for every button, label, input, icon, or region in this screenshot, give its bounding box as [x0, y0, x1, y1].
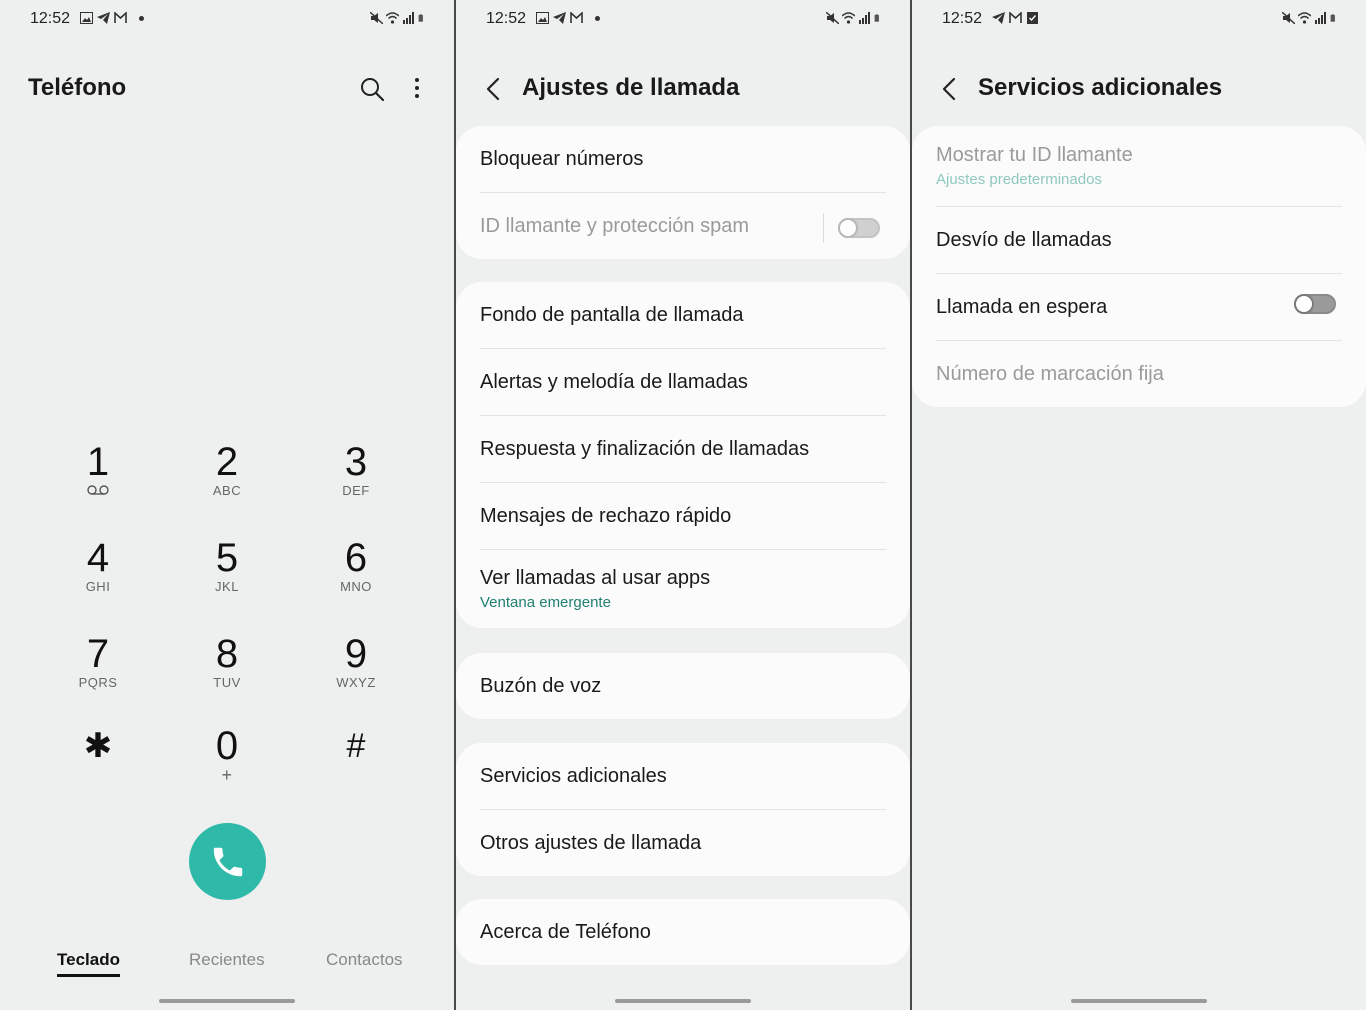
calls-in-apps-value: Ventana emergente [480, 594, 611, 611]
wifi-icon [386, 12, 399, 24]
battery-icon [1330, 14, 1335, 22]
key-2[interactable]: 2 ABC [177, 440, 277, 498]
settings-group-blocking: Bloquear números ID llamante y protecció… [456, 126, 910, 259]
page-title: Ajustes de llamada [522, 74, 740, 101]
call-waiting-item[interactable]: Llamada en espera [936, 273, 1342, 340]
gmail-icon [1009, 12, 1022, 23]
mute-icon [1282, 12, 1295, 24]
supplementary-group: Mostrar tu ID llamante Ajustes predeterm… [912, 126, 1366, 407]
alerts-ringtone-item[interactable]: Alertas y melodía de llamadas [480, 348, 886, 415]
wifi-icon [1298, 12, 1311, 24]
tab-recents[interactable]: Recientes [189, 950, 265, 970]
key-9[interactable]: 9 WXYZ [306, 632, 406, 690]
key-8[interactable]: 8 TUV [177, 632, 277, 690]
bottom-tabs: Teclado Recientes Contactos [0, 946, 454, 977]
signal-icon [1315, 12, 1326, 24]
show-caller-id-value: Ajustes predeterminados [936, 171, 1102, 188]
search-icon[interactable] [359, 76, 385, 102]
calls-in-apps-item[interactable]: Ver llamadas al usar apps Ventana emerge… [480, 549, 886, 628]
settings-group-call: Fondo de pantalla de llamada Alertas y m… [456, 282, 910, 628]
show-caller-id-item[interactable]: Mostrar tu ID llamante Ajustes predeterm… [936, 126, 1342, 206]
fixed-dialing-item[interactable]: Número de marcación fija [936, 340, 1342, 407]
tab-contacts[interactable]: Contactos [326, 950, 403, 970]
voicemail-item[interactable]: Buzón de voz [480, 653, 886, 719]
status-time: 12:52 [30, 10, 71, 27]
notification-dot [595, 15, 600, 21]
key-3[interactable]: 3 DEF [306, 440, 406, 498]
key-hash[interactable]: # [306, 724, 406, 768]
gmail-icon [570, 12, 583, 23]
status-time: 12:52 [942, 10, 983, 27]
key-star[interactable]: ✱ [48, 724, 148, 768]
page-title: Teléfono [28, 74, 127, 101]
voicemail-icon [87, 485, 109, 495]
call-waiting-toggle[interactable] [1294, 294, 1336, 314]
key-5[interactable]: 5 JKL [177, 536, 277, 594]
phone-icon [213, 847, 242, 876]
home-indicator[interactable] [159, 999, 295, 1003]
telegram-icon [97, 12, 110, 24]
back-arrow-icon[interactable] [484, 77, 504, 101]
page-title: Servicios adicionales [978, 74, 1223, 101]
status-bar: 12:52 [486, 8, 882, 30]
key-6[interactable]: 6 MNO [306, 536, 406, 594]
gmail-icon [114, 12, 127, 23]
supplementary-services-screen: 12:52 Servicios adicionales Mostrar tu I… [912, 0, 1366, 1010]
dialer-screen: 12:52 Teléfono 1 2 ABC 3 DEF 4 GHI 5 JKL… [0, 0, 454, 1010]
caller-id-spam-toggle[interactable] [838, 218, 880, 238]
status-bar: 12:52 [30, 8, 426, 30]
back-arrow-icon[interactable] [940, 77, 960, 101]
telegram-icon [992, 12, 1005, 24]
block-numbers-item[interactable]: Bloquear números [480, 126, 886, 192]
settings-group-more: Servicios adicionales Otros ajustes de l… [456, 743, 910, 876]
supplementary-services-item[interactable]: Servicios adicionales [480, 743, 886, 809]
about-phone-item[interactable]: Acerca de Teléfono [480, 899, 886, 965]
key-1[interactable]: 1 [48, 440, 148, 498]
mute-icon [826, 12, 839, 24]
settings-group-voicemail: Buzón de voz [456, 653, 910, 719]
caller-id-spam-item[interactable]: ID llamante y protección spam [480, 192, 886, 259]
status-bar: 12:52 [942, 8, 1338, 30]
call-wallpaper-item[interactable]: Fondo de pantalla de llamada [480, 282, 886, 348]
gallery-icon [536, 12, 549, 24]
tab-keypad[interactable]: Teclado [57, 950, 120, 977]
telegram-icon [553, 12, 566, 24]
key-0[interactable]: 0 + [177, 724, 277, 784]
answer-end-item[interactable]: Respuesta y finalización de llamadas [480, 415, 886, 482]
more-vert-icon[interactable] [404, 76, 430, 102]
call-forwarding-item[interactable]: Desvío de llamadas [936, 206, 1342, 273]
divider [823, 213, 824, 243]
key-4[interactable]: 4 GHI [48, 536, 148, 594]
other-call-settings-item[interactable]: Otros ajustes de llamada [480, 809, 886, 876]
key-7[interactable]: 7 PQRS [48, 632, 148, 690]
mute-icon [370, 12, 383, 24]
status-time: 12:52 [486, 10, 527, 27]
gallery-icon [80, 12, 93, 24]
quick-decline-item[interactable]: Mensajes de rechazo rápido [480, 482, 886, 549]
checklist-icon [1027, 12, 1038, 24]
call-settings-screen: 12:52 Ajustes de llamada Bloquear número… [456, 0, 910, 1010]
call-button[interactable] [189, 823, 266, 900]
signal-icon [403, 12, 414, 24]
settings-group-about: Acerca de Teléfono [456, 899, 910, 965]
signal-icon [859, 12, 870, 24]
notification-dot [139, 15, 144, 21]
battery-icon [418, 14, 423, 22]
battery-icon [874, 14, 879, 22]
home-indicator[interactable] [615, 999, 751, 1003]
wifi-icon [842, 12, 855, 24]
home-indicator[interactable] [1071, 999, 1207, 1003]
